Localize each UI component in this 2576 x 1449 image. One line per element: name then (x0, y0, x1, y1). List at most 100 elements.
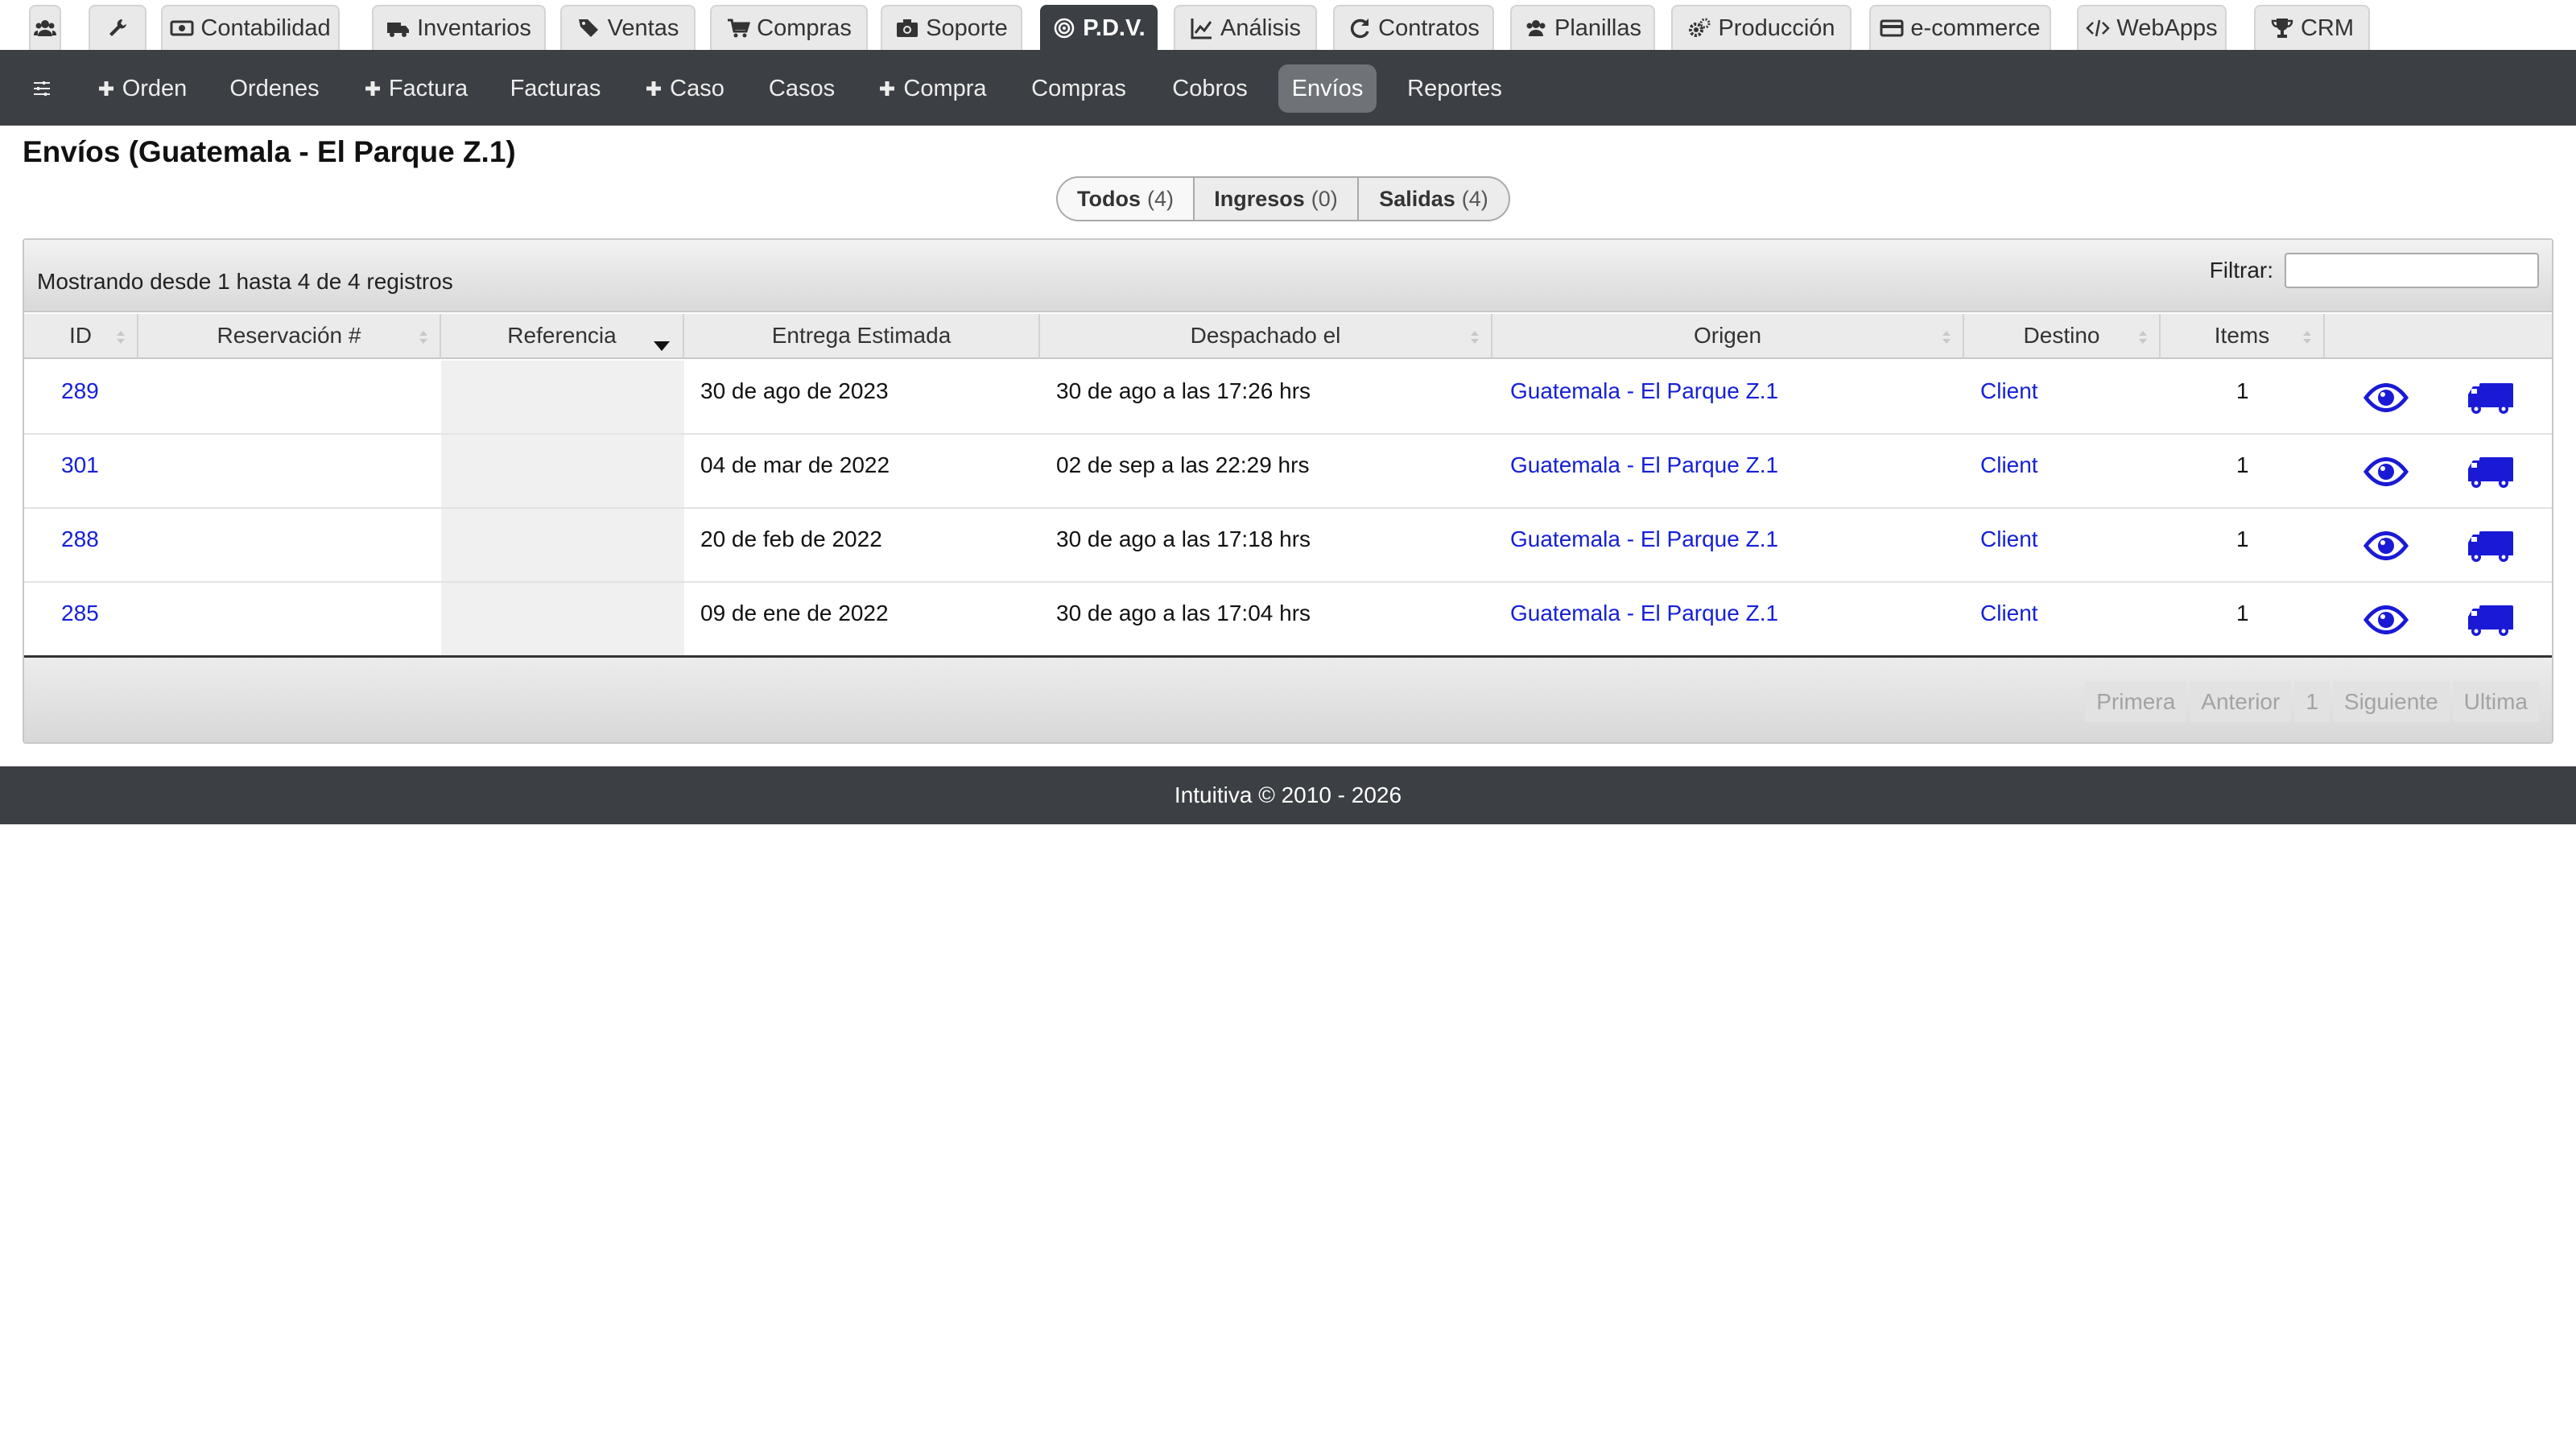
view-button[interactable] (2362, 526, 2410, 565)
tab-contratos[interactable]: Contratos (1333, 5, 1494, 50)
column-header-items[interactable]: Items (2161, 314, 2325, 359)
trophy-icon (2271, 19, 2293, 38)
segment-count: (4) (1461, 186, 1488, 211)
tab-ventas[interactable]: Ventas (560, 5, 696, 50)
shipment-id-link[interactable]: 285 (61, 601, 99, 626)
tab-crm[interactable]: CRM (2254, 5, 2370, 50)
truck-icon (2468, 531, 2513, 562)
tab-ecommerce[interactable]: e-commerce (1869, 5, 2051, 50)
sub-nav-label: Factura (388, 75, 469, 101)
sub-nav-casos[interactable]: Casos (763, 64, 840, 113)
column-header-actions (2325, 314, 2552, 359)
sub-nav-envios[interactable]: Envíos (1278, 64, 1377, 113)
segment-todos[interactable]: Todos (4) (1058, 178, 1195, 220)
sub-nav-label: Casos (768, 75, 836, 101)
plus-icon (646, 81, 662, 96)
dispatch-button[interactable] (2467, 452, 2515, 491)
tab-users[interactable] (29, 5, 61, 50)
sub-nav-cobros[interactable]: Cobros (1166, 64, 1254, 113)
settings-toggle[interactable] (24, 64, 60, 113)
tab-label: Contratos (1378, 14, 1480, 41)
target-icon (1055, 18, 1075, 39)
column-header-label: Origen (1693, 323, 1762, 348)
tab-pdv[interactable]: P.D.V. (1040, 5, 1158, 50)
segment-label: Todos (1077, 186, 1141, 211)
tab-contabilidad[interactable]: Contabilidad (161, 5, 340, 50)
pager-page-button[interactable]: 1 (2294, 682, 2330, 722)
origin-link[interactable]: Guatemala - El Parque Z.1 (1510, 601, 1778, 626)
sub-nav-ordenes[interactable]: Ordenes (227, 64, 322, 113)
column-header-dispatched[interactable]: Despachado el (1040, 314, 1492, 359)
sorted-column-cell (441, 435, 684, 507)
sort-icon (2139, 331, 2147, 344)
camera-icon (897, 19, 919, 37)
sort-desc-icon (654, 341, 670, 351)
new-order-button[interactable]: Orden (95, 64, 188, 113)
segment-label: Ingresos (1214, 186, 1305, 211)
pager-first-button[interactable]: Primera (2085, 682, 2187, 722)
line-chart-icon (1191, 19, 1212, 39)
pager-next-button[interactable]: Siguiente (2332, 682, 2450, 722)
column-header-reference[interactable]: Referencia (441, 314, 684, 359)
dispatch-button[interactable] (2467, 526, 2515, 565)
destination-link[interactable]: Client (1980, 378, 2038, 404)
column-header-label: ID (69, 323, 92, 348)
column-header-id[interactable]: ID (24, 314, 138, 359)
tab-soporte[interactable]: Soporte (881, 5, 1022, 50)
tab-produccion[interactable]: Producción (1671, 5, 1852, 50)
column-header-destination[interactable]: Destino (1964, 314, 2161, 359)
tab-webapps[interactable]: WebApps (2077, 5, 2227, 50)
view-button[interactable] (2362, 601, 2410, 639)
estimated-delivery: 20 de feb de 2022 (700, 526, 882, 551)
tab-label: Inventarios (417, 14, 531, 41)
shipment-id-link[interactable]: 288 (61, 526, 99, 552)
table-footer: Primera Anterior 1 Siguiente Ultima (24, 655, 2552, 742)
segment-ingresos[interactable]: Ingresos (0) (1195, 178, 1359, 220)
dispatch-button[interactable] (2467, 378, 2515, 417)
column-header-reservation[interactable]: Reservación # (138, 314, 441, 359)
shipment-id-link[interactable]: 301 (61, 452, 99, 478)
sub-nav-label: Caso (670, 75, 724, 101)
new-case-button[interactable]: Caso (642, 64, 726, 113)
sub-nav-compras[interactable]: Compras (1027, 64, 1130, 113)
sub-nav-label: Ordenes (229, 75, 320, 101)
eye-icon (2363, 457, 2409, 486)
segment-salidas[interactable]: Salidas (4) (1359, 178, 1509, 220)
sub-nav-facturas[interactable]: Facturas (509, 64, 602, 113)
view-button[interactable] (2362, 378, 2410, 417)
new-invoice-button[interactable]: Factura (361, 64, 470, 113)
truck-icon (2468, 383, 2513, 414)
sorted-column-cell (441, 361, 684, 433)
destination-link[interactable]: Client (1980, 526, 2038, 552)
destination-link[interactable]: Client (1980, 601, 2038, 626)
sub-nav-label: Facturas (510, 75, 601, 101)
shipments-table-panel: Mostrando desde 1 hasta 4 de 4 registros… (23, 238, 2553, 744)
origin-link[interactable]: Guatemala - El Parque Z.1 (1510, 378, 1778, 404)
view-button[interactable] (2362, 452, 2410, 491)
table-toolbar: Mostrando desde 1 hasta 4 de 4 registros… (24, 240, 2552, 312)
shipment-id-link[interactable]: 289 (61, 378, 99, 404)
column-header-origin[interactable]: Origen (1492, 314, 1964, 359)
destination-link[interactable]: Client (1980, 452, 2038, 478)
pager-last-button[interactable]: Ultima (2452, 682, 2539, 722)
tab-inventarios[interactable]: Inventarios (372, 5, 546, 50)
module-tabbar: Contabilidad Inventarios Ventas Compras … (0, 0, 2576, 50)
origin-link[interactable]: Guatemala - El Parque Z.1 (1510, 526, 1778, 552)
tab-planillas[interactable]: Planillas (1510, 5, 1655, 50)
origin-link[interactable]: Guatemala - El Parque Z.1 (1510, 452, 1778, 478)
items-count: 1 (2236, 378, 2249, 403)
tab-tools[interactable] (89, 5, 147, 50)
eye-icon (2363, 605, 2409, 634)
new-purchase-button[interactable]: Compra (877, 64, 987, 113)
filter-input[interactable] (2285, 253, 2539, 288)
pager-previous-button[interactable]: Anterior (2190, 682, 2292, 722)
column-header-label: Entrega Estimada (771, 323, 952, 348)
sub-nav-reportes[interactable]: Reportes (1401, 64, 1509, 113)
dispatch-button[interactable] (2467, 601, 2515, 639)
dispatched-at: 02 de sep a las 22:29 hrs (1056, 452, 1310, 477)
column-header-estimated-delivery[interactable]: Entrega Estimada (684, 314, 1040, 359)
tab-compras[interactable]: Compras (710, 5, 868, 50)
sort-icon (2303, 331, 2311, 344)
tab-analisis[interactable]: Análisis (1174, 5, 1317, 50)
sort-icon (1471, 331, 1479, 344)
